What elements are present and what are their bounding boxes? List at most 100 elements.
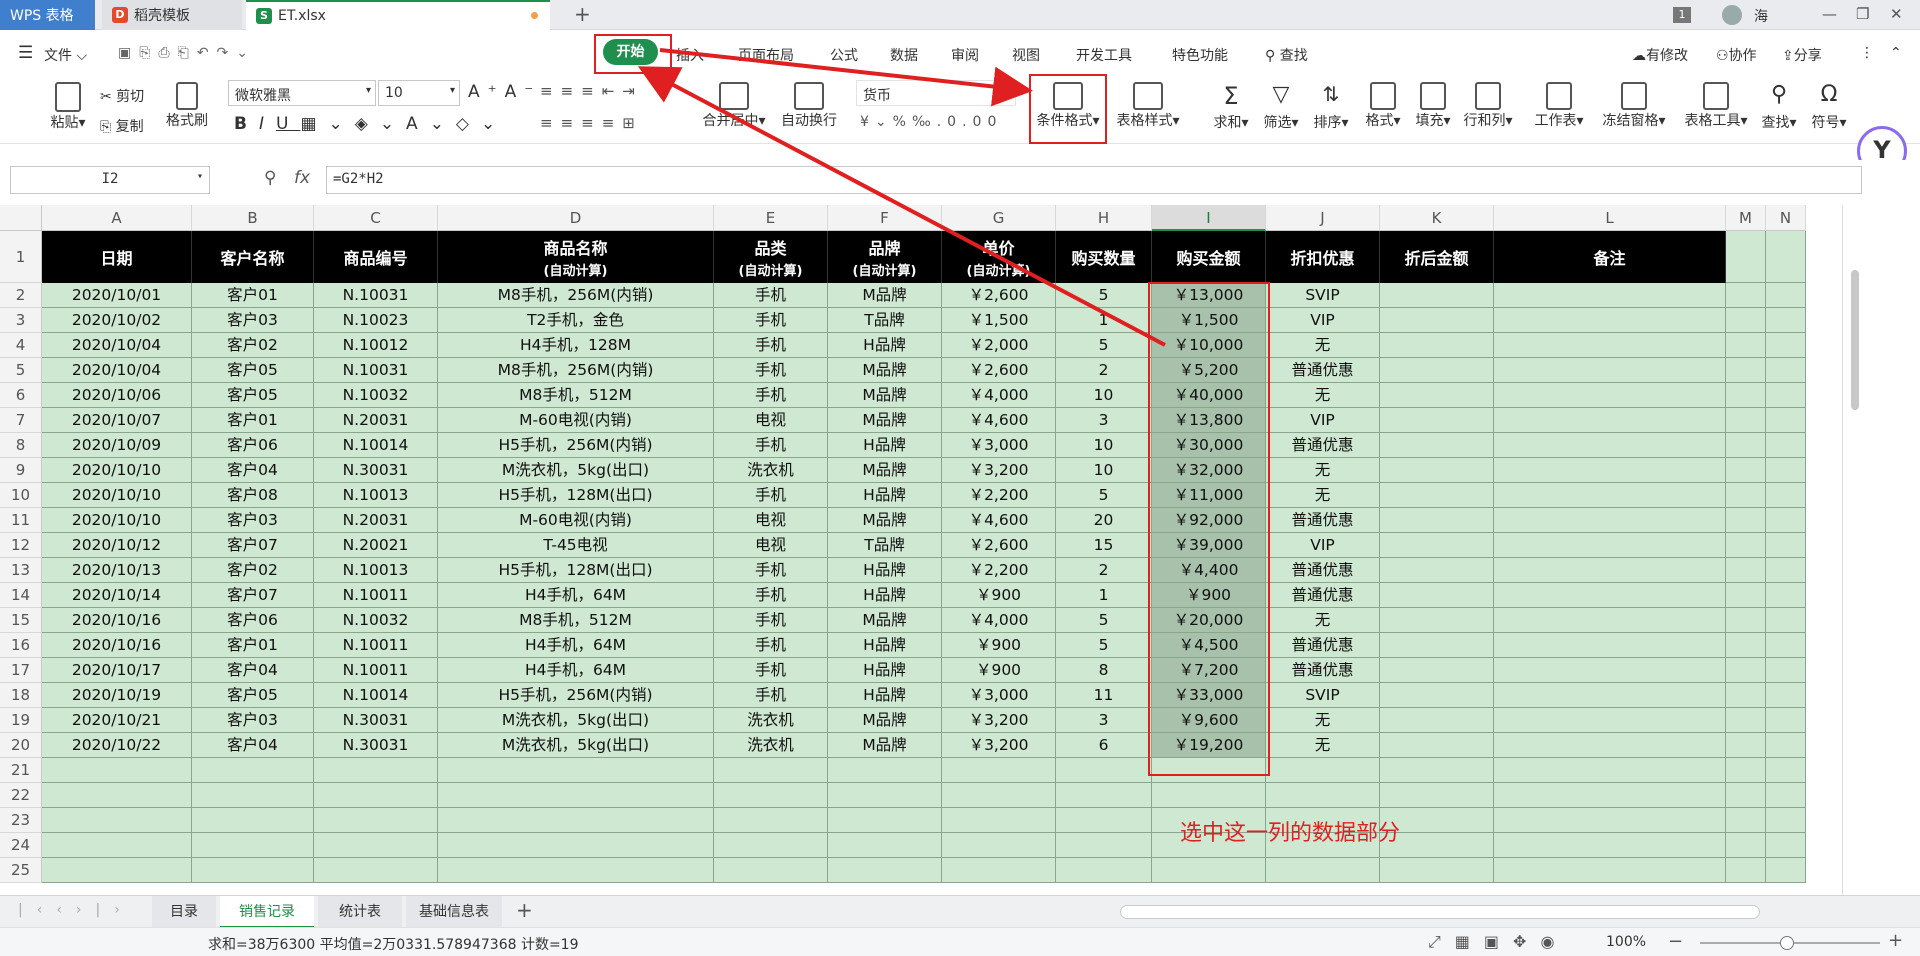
- table-cell[interactable]: N.30031: [314, 733, 438, 758]
- table-cell[interactable]: M品牌: [828, 358, 942, 383]
- table-cell[interactable]: [1494, 533, 1726, 558]
- table-cell[interactable]: 客户01: [192, 633, 314, 658]
- table-cell[interactable]: 手机: [714, 333, 828, 358]
- table-cell[interactable]: ￥900: [942, 633, 1056, 658]
- table-style-button[interactable]: 表格样式▾: [1110, 82, 1186, 130]
- table-cell[interactable]: [828, 758, 942, 783]
- row-header[interactable]: 24: [0, 833, 42, 858]
- table-cell[interactable]: 手机: [714, 658, 828, 683]
- table-cell[interactable]: 客户06: [192, 608, 314, 633]
- table-cell[interactable]: H5手机，256M(内销): [438, 433, 714, 458]
- table-cell[interactable]: [314, 833, 438, 858]
- table-cell[interactable]: 手机: [714, 483, 828, 508]
- table-cell[interactable]: 2020/10/09: [42, 433, 192, 458]
- table-cell[interactable]: [942, 833, 1056, 858]
- table-cell[interactable]: [1494, 483, 1726, 508]
- table-cell[interactable]: H品牌: [828, 658, 942, 683]
- tab-et-xlsx[interactable]: S ET.xlsx: [246, 0, 550, 30]
- table-cell[interactable]: 客户03: [192, 308, 314, 333]
- table-cell[interactable]: 客户08: [192, 483, 314, 508]
- table-cell[interactable]: [42, 783, 192, 808]
- restore-icon[interactable]: ❐: [1856, 5, 1869, 23]
- row-header[interactable]: 18: [0, 683, 42, 708]
- table-cell[interactable]: 2: [1056, 558, 1152, 583]
- freeze-panes-button[interactable]: 冻结窗格▾: [1598, 82, 1670, 130]
- table-cell[interactable]: [1266, 858, 1380, 883]
- tab-data[interactable]: 数据: [890, 45, 918, 65]
- header-cell[interactable]: 客户名称: [192, 231, 314, 283]
- table-cell[interactable]: H5手机，128M(出口): [438, 558, 714, 583]
- table-cell[interactable]: 电视: [714, 508, 828, 533]
- sum-button[interactable]: Σ 求和▾: [1208, 82, 1254, 132]
- table-cell[interactable]: 11: [1056, 683, 1152, 708]
- formula-input[interactable]: =G2*H2: [326, 166, 1862, 194]
- table-cell[interactable]: [1380, 533, 1494, 558]
- table-cell[interactable]: [1380, 408, 1494, 433]
- table-cell[interactable]: 2020/10/17: [42, 658, 192, 683]
- table-cell[interactable]: 手机: [714, 383, 828, 408]
- table-cell[interactable]: 2020/10/01: [42, 283, 192, 308]
- table-cell[interactable]: [438, 858, 714, 883]
- table-cell[interactable]: [828, 858, 942, 883]
- table-cell[interactable]: [1494, 733, 1726, 758]
- copy-button[interactable]: ⎘ 复制: [100, 116, 144, 136]
- table-cell[interactable]: [1266, 783, 1380, 808]
- more-icon[interactable]: ⋮: [1860, 45, 1874, 61]
- table-cell[interactable]: N.10012: [314, 333, 438, 358]
- table-cell[interactable]: [1056, 808, 1152, 833]
- row-header[interactable]: 9: [0, 458, 42, 483]
- align-top-icons[interactable]: ≡≡≡⇤⇥: [540, 82, 643, 100]
- table-cell[interactable]: [438, 808, 714, 833]
- table-cell[interactable]: H品牌: [828, 558, 942, 583]
- table-cell[interactable]: [1380, 733, 1494, 758]
- table-cell[interactable]: [1726, 283, 1766, 308]
- table-cell[interactable]: [1380, 383, 1494, 408]
- tab-page-layout[interactable]: 页面布局: [738, 45, 794, 65]
- table-cell[interactable]: 2020/10/14: [42, 583, 192, 608]
- table-cell[interactable]: M洗衣机，5kg(出口): [438, 708, 714, 733]
- table-cell[interactable]: [438, 783, 714, 808]
- row-header[interactable]: 23: [0, 808, 42, 833]
- table-cell[interactable]: ￥3,200: [942, 458, 1056, 483]
- table-cell[interactable]: 无: [1266, 708, 1380, 733]
- table-cell[interactable]: [1726, 508, 1766, 533]
- table-cell[interactable]: 电视: [714, 533, 828, 558]
- row-header[interactable]: 19: [0, 708, 42, 733]
- column-header-f[interactable]: F: [828, 205, 942, 231]
- column-header-k[interactable]: K: [1380, 205, 1494, 231]
- header-cell[interactable]: 日期: [42, 231, 192, 283]
- table-cell[interactable]: H品牌: [828, 483, 942, 508]
- table-cell[interactable]: [1766, 808, 1806, 833]
- table-cell[interactable]: 3: [1056, 408, 1152, 433]
- table-cell[interactable]: [42, 758, 192, 783]
- modified-button[interactable]: ☁有修改: [1632, 45, 1688, 65]
- table-cell[interactable]: [942, 808, 1056, 833]
- app-tab[interactable]: WPS 表格: [0, 0, 95, 30]
- header-cell[interactable]: 品牌 (自动计算): [828, 231, 942, 283]
- table-cell[interactable]: 2020/10/22: [42, 733, 192, 758]
- table-cell[interactable]: 普通优惠: [1266, 433, 1380, 458]
- table-cell[interactable]: ￥3,200: [942, 733, 1056, 758]
- tab-insert[interactable]: 插入: [676, 45, 704, 65]
- table-cell[interactable]: 客户04: [192, 458, 314, 483]
- spreadsheet-grid[interactable]: ABCDEFGHIJKLMN 1 2 3 4 5 6 7 8 9 10 11 12 13 14 15 16 17…: [0, 205, 1920, 895]
- table-cell[interactable]: N.10011: [314, 583, 438, 608]
- header-cell[interactable]: 单价 (自动计算): [942, 231, 1056, 283]
- table-cell[interactable]: 洗衣机: [714, 733, 828, 758]
- table-cell[interactable]: [1494, 433, 1726, 458]
- table-cell[interactable]: [1380, 508, 1494, 533]
- table-cell[interactable]: ￥3,000: [942, 433, 1056, 458]
- row-header[interactable]: 7: [0, 408, 42, 433]
- zoom-out-icon[interactable]: −: [1668, 931, 1683, 952]
- table-cell[interactable]: 5: [1056, 333, 1152, 358]
- table-cell[interactable]: 普通优惠: [1266, 583, 1380, 608]
- table-cell[interactable]: 2020/10/12: [42, 533, 192, 558]
- table-cell[interactable]: H品牌: [828, 633, 942, 658]
- table-cell[interactable]: 无: [1266, 733, 1380, 758]
- table-cell[interactable]: N.10011: [314, 633, 438, 658]
- table-cell[interactable]: [828, 833, 942, 858]
- table-cell[interactable]: H品牌: [828, 433, 942, 458]
- table-cell[interactable]: N.10013: [314, 483, 438, 508]
- merge-center-button[interactable]: 合并居中▾: [696, 82, 772, 130]
- table-cell[interactable]: [714, 783, 828, 808]
